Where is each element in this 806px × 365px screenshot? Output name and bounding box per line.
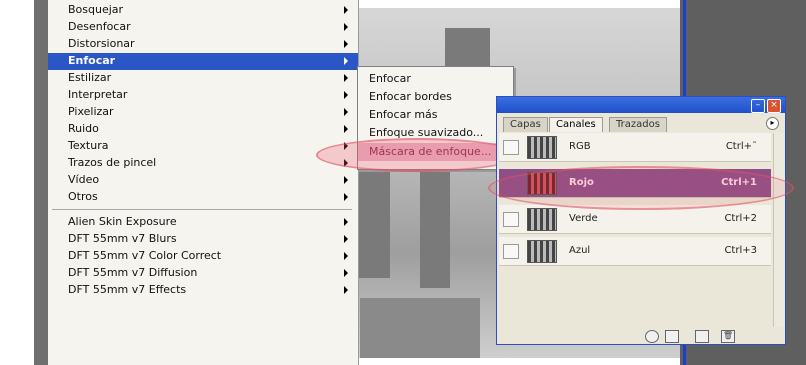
visibility-toggle-icon[interactable] (503, 140, 519, 155)
submenu-item-enfocar[interactable]: Enfocar (358, 70, 513, 88)
tab-trazados[interactable]: Trazados (609, 117, 667, 132)
submenu-item-label: Enfocar más (369, 108, 438, 121)
menu-item-plugin[interactable]: DFT 55mm v7 Blurs (48, 231, 358, 248)
menu-item-label: Bosquejar (68, 3, 124, 16)
submenu-arrow-icon (344, 125, 348, 133)
menu-item-enfocar[interactable]: Enfocar (48, 53, 358, 70)
channel-thumbnail (527, 240, 557, 263)
submenu-arrow-icon (344, 218, 348, 226)
menu-item-distorsionar[interactable]: Distorsionar (48, 36, 358, 53)
channels-panel: – × Capas Canales Trazados ▸ RGB Ctrl+˜ … (496, 96, 786, 345)
save-selection-icon[interactable] (665, 330, 679, 343)
panel-tabs: Capas Canales Trazados ▸ (499, 115, 783, 132)
channel-thumbnail (527, 136, 557, 159)
filter-menu: Bosquejar Desenfocar Distorsionar Enfoca… (48, 0, 359, 365)
channel-shortcut: Ctrl+˜ (725, 141, 757, 152)
menu-item-desenfocar[interactable]: Desenfocar (48, 19, 358, 36)
submenu-arrow-icon (344, 40, 348, 48)
close-icon[interactable]: × (767, 99, 781, 113)
visibility-toggle-icon[interactable] (503, 244, 519, 259)
menu-item-label: Vídeo (68, 173, 100, 186)
menu-item-label: Alien Skin Exposure (68, 215, 177, 228)
submenu-arrow-icon (344, 23, 348, 31)
submenu-arrow-icon (344, 6, 348, 14)
menu-item-label: Distorsionar (68, 37, 135, 50)
menu-item-plugin[interactable]: DFT 55mm v7 Diffusion (48, 265, 358, 282)
menu-item-pixelizar[interactable]: Pixelizar (48, 104, 358, 121)
submenu-item-label: Enfoque suavizado... (369, 126, 484, 139)
menu-item-label: DFT 55mm v7 Effects (68, 283, 187, 296)
tab-canales[interactable]: Canales (549, 117, 603, 132)
delete-icon[interactable]: 🗑 (721, 330, 735, 343)
panel-menu-icon[interactable]: ▸ (766, 117, 779, 130)
menu-item-label: DFT 55mm v7 Diffusion (68, 266, 198, 279)
building-wall (360, 298, 480, 358)
minimize-icon[interactable]: – (751, 99, 765, 113)
menu-item-label: Estilizar (68, 71, 112, 84)
menu-item-label: Otros (68, 190, 98, 203)
submenu-arrow-icon (344, 269, 348, 277)
channel-shortcut: Ctrl+2 (724, 213, 757, 224)
channel-shortcut: Ctrl+3 (724, 245, 757, 256)
submenu-item-label: Enfocar bordes (369, 90, 452, 103)
submenu-arrow-icon (344, 176, 348, 184)
menu-item-label: Ruido (68, 122, 99, 135)
panel-bottom-toolbar: 🗑 (499, 329, 783, 343)
visibility-toggle-icon[interactable] (503, 212, 519, 227)
menu-item-plugin[interactable]: DFT 55mm v7 Color Correct (48, 248, 358, 265)
menu-item-label: DFT 55mm v7 Blurs (68, 232, 177, 245)
menu-item-textura[interactable]: Textura (48, 138, 358, 155)
menu-item-label: Interpretar (68, 88, 128, 101)
menu-item-label: Pixelizar (68, 105, 114, 118)
menu-item-trazos-de-pincel[interactable]: Trazos de pincel (48, 155, 358, 172)
annotation-highlight (488, 166, 794, 210)
building-window (445, 28, 490, 68)
menu-item-video[interactable]: Vídeo (48, 172, 358, 189)
menu-item-label: DFT 55mm v7 Color Correct (68, 249, 222, 262)
submenu-arrow-icon (344, 74, 348, 82)
channel-name: Verde (569, 213, 598, 224)
submenu-arrow-icon (344, 252, 348, 260)
menu-item-label: Trazos de pincel (68, 156, 157, 169)
submenu-arrow-icon (344, 235, 348, 243)
tab-capas[interactable]: Capas (503, 117, 548, 132)
panel-scrollbar[interactable] (773, 133, 784, 327)
channel-name: Azul (569, 245, 591, 256)
submenu-item-label: Enfocar (369, 72, 411, 85)
submenu-arrow-icon (344, 193, 348, 201)
channel-thumbnail (527, 208, 557, 231)
menu-item-plugin[interactable]: Alien Skin Exposure (48, 214, 358, 231)
menu-separator (52, 209, 352, 210)
channel-row-azul[interactable]: Azul Ctrl+3 (499, 237, 771, 266)
menu-item-ruido[interactable]: Ruido (48, 121, 358, 138)
submenu-arrow-icon (344, 108, 348, 116)
submenu-arrow-icon (344, 91, 348, 99)
menu-item-otros[interactable]: Otros (48, 189, 358, 206)
menu-item-plugin[interactable]: DFT 55mm v7 Effects (48, 282, 358, 299)
workspace-background-left (34, 0, 48, 365)
menu-item-label: Desenfocar (68, 20, 131, 33)
panel-title-bar[interactable]: – × (497, 97, 785, 113)
menu-item-label: Textura (68, 139, 109, 152)
channel-row-rgb[interactable]: RGB Ctrl+˜ (499, 133, 771, 162)
new-channel-icon[interactable] (695, 330, 709, 343)
channel-name: RGB (569, 141, 591, 152)
menu-item-estilizar[interactable]: Estilizar (48, 70, 358, 87)
menu-item-bosquejar[interactable]: Bosquejar (48, 2, 358, 19)
submenu-arrow-icon (344, 286, 348, 294)
submenu-arrow-icon (344, 57, 348, 65)
submenu-item-enfocar-bordes[interactable]: Enfocar bordes (358, 88, 513, 106)
menu-item-label: Enfocar (68, 54, 116, 67)
submenu-item-enfocar-mas[interactable]: Enfocar más (358, 106, 513, 124)
annotation-highlight (316, 138, 520, 172)
menu-item-interpretar[interactable]: Interpretar (48, 87, 358, 104)
load-selection-icon[interactable] (645, 330, 659, 343)
